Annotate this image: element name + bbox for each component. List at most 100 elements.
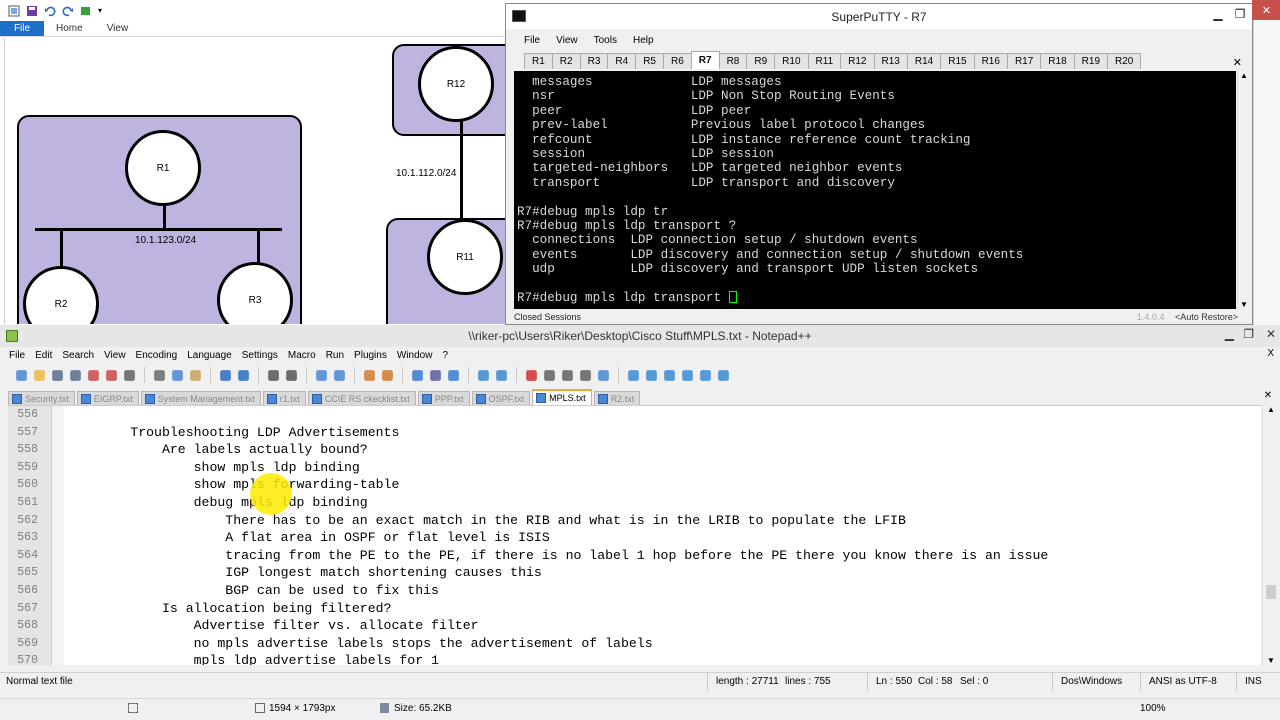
- doc-tab[interactable]: R2.txt: [593, 391, 641, 405]
- paste-icon[interactable]: [188, 368, 203, 383]
- session-tab-r17[interactable]: R17: [1006, 53, 1042, 69]
- session-tab-r1[interactable]: R1: [524, 53, 553, 69]
- session-tab-r9[interactable]: R9: [746, 53, 776, 69]
- doc-tab[interactable]: System Management.txt: [140, 391, 261, 405]
- word-wrap-icon[interactable]: [410, 368, 425, 383]
- sync-v-icon[interactable]: [362, 368, 377, 383]
- close-button[interactable]: ✕: [1266, 327, 1276, 341]
- next-icon[interactable]: [662, 368, 677, 383]
- session-tab-r19[interactable]: R19: [1073, 53, 1109, 69]
- session-tab-r14[interactable]: R14: [906, 53, 942, 69]
- session-tab-r2[interactable]: R2: [551, 53, 581, 69]
- doc-tab[interactable]: OSPF.txt: [471, 391, 531, 405]
- copy-icon[interactable]: [170, 368, 185, 383]
- spell-icon[interactable]: [716, 368, 731, 383]
- menu-macro[interactable]: Macro: [283, 350, 321, 361]
- minimize-button[interactable]: ▁: [1208, 4, 1228, 24]
- scroll-up-icon[interactable]: ▲: [1240, 71, 1248, 80]
- session-tab-r11[interactable]: R11: [807, 53, 842, 69]
- router-r1[interactable]: R1: [125, 130, 201, 206]
- show-all-chars-icon[interactable]: [428, 368, 443, 383]
- session-tab-r16[interactable]: R16: [973, 53, 1008, 69]
- stop-macro-icon[interactable]: [542, 368, 557, 383]
- last-icon[interactable]: [698, 368, 713, 383]
- code-line[interactable]: show mpls ldp binding: [67, 460, 360, 475]
- compare-icon[interactable]: [626, 368, 641, 383]
- quick-access-dropdown-icon[interactable]: ▾: [98, 6, 102, 15]
- session-tab-r8[interactable]: R8: [718, 53, 748, 69]
- sync-h-icon[interactable]: [380, 368, 395, 383]
- paint-canvas[interactable]: R1 R2 R3 10.1.123.0/24 R12 R11 10.1.112.…: [4, 38, 506, 324]
- save-icon[interactable]: [26, 5, 38, 17]
- cut-icon[interactable]: [152, 368, 167, 383]
- terminal-scrollbar[interactable]: ▲ ▼: [1237, 71, 1250, 309]
- code-line[interactable]: A flat area in OSPF or flat level is ISI…: [67, 530, 549, 545]
- code-line[interactable]: Are labels actually bound?: [67, 442, 368, 457]
- session-tab-r7[interactable]: R7: [690, 51, 720, 69]
- menu-settings[interactable]: Settings: [237, 350, 283, 361]
- code-line[interactable]: BGP can be used to fix this: [67, 583, 439, 598]
- editor-scrollbar[interactable]: ▲ ▼: [1262, 405, 1279, 665]
- code-line[interactable]: debug mpls ldp binding: [67, 495, 368, 510]
- menu-help[interactable]: Help: [625, 35, 662, 46]
- undo-icon[interactable]: [44, 5, 56, 17]
- menu-edit[interactable]: Edit: [30, 350, 57, 361]
- save-icon[interactable]: [50, 368, 65, 383]
- zoom-in-icon[interactable]: [314, 368, 329, 383]
- menu-search[interactable]: Search: [57, 350, 99, 361]
- close-document-icon[interactable]: X: [1267, 348, 1274, 359]
- menu-encoding[interactable]: Encoding: [131, 350, 183, 361]
- scroll-down-icon[interactable]: ▼: [1240, 300, 1248, 309]
- open-file-icon[interactable]: [32, 368, 47, 383]
- undo-icon[interactable]: [218, 368, 233, 383]
- doc-tab[interactable]: r1.txt: [262, 391, 306, 405]
- session-tab-r4[interactable]: R4: [607, 53, 637, 69]
- menu-file[interactable]: File: [516, 35, 548, 46]
- paint-tab-view[interactable]: View: [95, 21, 141, 36]
- session-tab-r12[interactable]: R12: [840, 53, 875, 69]
- session-tab-r6[interactable]: R6: [662, 53, 692, 69]
- code-line[interactable]: IGP longest match shortening causes this: [67, 565, 542, 580]
- close-button[interactable]: ✕: [1252, 0, 1280, 20]
- doc-tab[interactable]: Security.txt: [8, 391, 75, 405]
- menu-view[interactable]: View: [99, 350, 131, 361]
- close-tab-icon[interactable]: ✕: [1264, 390, 1272, 401]
- menu-tools[interactable]: Tools: [586, 35, 625, 46]
- func-list-icon[interactable]: [494, 368, 509, 383]
- new-file-icon[interactable]: [14, 368, 29, 383]
- menu-help[interactable]: ?: [437, 350, 453, 361]
- session-tab-r13[interactable]: R13: [873, 53, 908, 69]
- doc-tab[interactable]: MPLS.txt: [532, 389, 592, 405]
- session-tab-r15[interactable]: R15: [940, 53, 975, 69]
- indent-guide-icon[interactable]: [446, 368, 461, 383]
- menu-view[interactable]: View: [548, 35, 586, 46]
- auto-restore-label[interactable]: <Auto Restore>: [1175, 312, 1238, 322]
- prev-icon[interactable]: [644, 368, 659, 383]
- code-line[interactable]: tracing from the PE to the PE, if there …: [67, 548, 1048, 563]
- find-icon[interactable]: [266, 368, 281, 383]
- session-tab-r3[interactable]: R3: [579, 53, 609, 69]
- redo-icon[interactable]: [236, 368, 251, 383]
- save-all-icon[interactable]: [68, 368, 83, 383]
- session-tab-r20[interactable]: R20: [1107, 53, 1142, 69]
- close-all-icon[interactable]: [104, 368, 119, 383]
- code-line[interactable]: Advertise filter vs. allocate filter: [67, 618, 479, 633]
- record-macro-icon[interactable]: [524, 368, 539, 383]
- maximize-button[interactable]: ❐: [1243, 327, 1254, 341]
- close-icon[interactable]: [86, 368, 101, 383]
- session-tab-r10[interactable]: R10: [774, 53, 809, 69]
- redo-icon[interactable]: [62, 5, 74, 17]
- play-multiple-icon[interactable]: [578, 368, 593, 383]
- router-r11[interactable]: R11: [427, 219, 503, 295]
- router-r12[interactable]: R12: [418, 46, 494, 122]
- code-line[interactable]: There has to be an exact match in the RI…: [67, 513, 906, 528]
- maximize-button[interactable]: ❐: [1230, 4, 1250, 24]
- doc-tab[interactable]: CCIE RS ckecklist.txt: [307, 391, 416, 405]
- terminal-output[interactable]: messages LDP messages nsr LDP Non Stop R…: [514, 71, 1236, 309]
- paint-tab-file[interactable]: File: [0, 21, 44, 36]
- paint-tab-home[interactable]: Home: [44, 21, 95, 36]
- menu-window[interactable]: Window: [392, 350, 438, 361]
- text-editor[interactable]: 556 557 558 559 560 561 562 563 564 565 566 567 568 5…: [8, 405, 1261, 665]
- doc-map-icon[interactable]: [476, 368, 491, 383]
- scroll-up-icon[interactable]: ▲: [1267, 405, 1275, 414]
